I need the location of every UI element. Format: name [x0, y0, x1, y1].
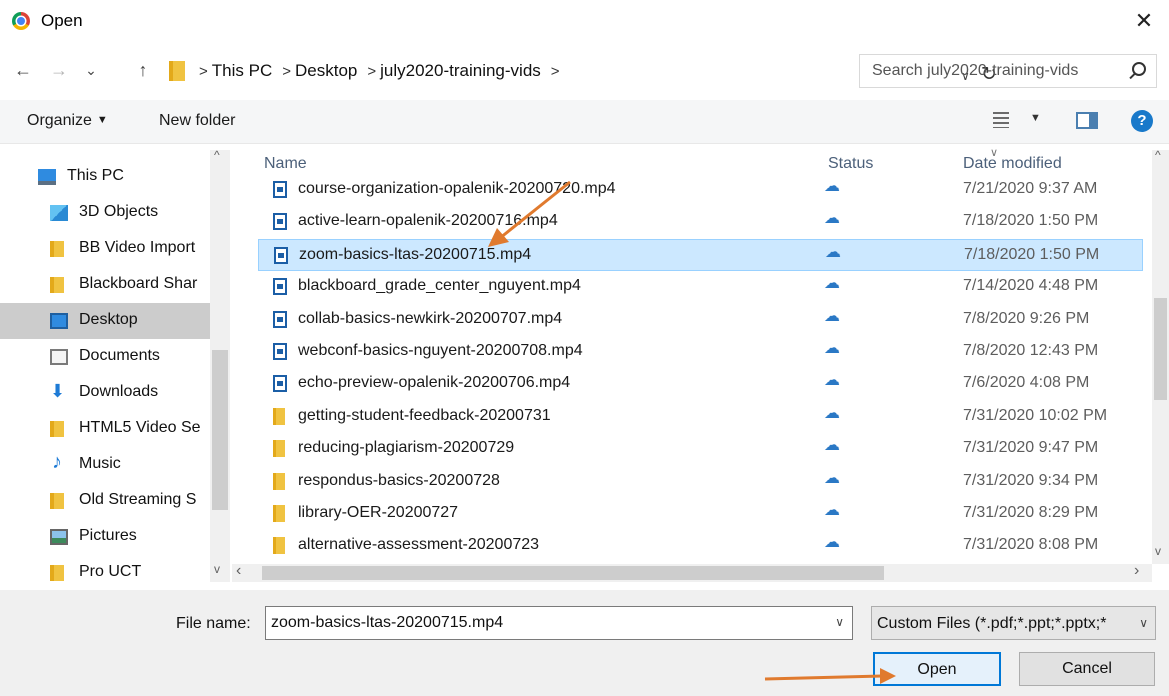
- arrow-head: [880, 668, 896, 684]
- annotation-arrow-file: [488, 180, 571, 247]
- annotation-arrow-open: [764, 668, 896, 684]
- arrow-line: [499, 180, 571, 240]
- arrow-line: [764, 674, 883, 681]
- arrow-head: [488, 228, 509, 247]
- annotation-arrows: [488, 180, 896, 684]
